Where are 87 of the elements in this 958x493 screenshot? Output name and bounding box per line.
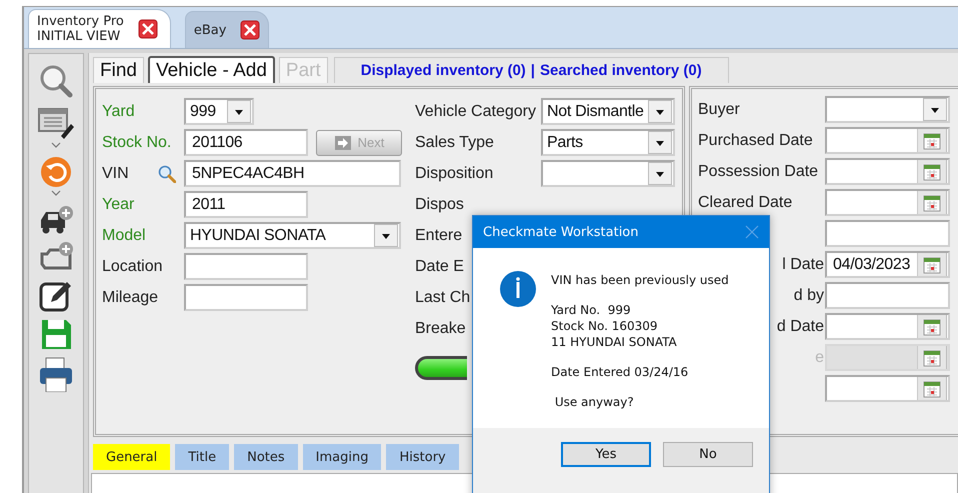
caret-icon xyxy=(655,108,665,116)
field-label: Breake xyxy=(415,320,466,336)
field-label: Yard xyxy=(102,102,135,120)
detail-tab[interactable]: General xyxy=(93,444,170,470)
field-label: VIN xyxy=(102,164,129,182)
calendar-icon xyxy=(923,348,941,366)
field-label: Year xyxy=(102,196,134,214)
save-icon[interactable] xyxy=(40,318,72,350)
input-field[interactable] xyxy=(825,220,950,247)
chevron-down-icon[interactable] xyxy=(51,190,61,196)
field-label: Entere xyxy=(415,226,462,244)
detail-tab[interactable]: Notes xyxy=(234,444,298,470)
field-label: d Date xyxy=(776,318,824,336)
field-label: Last Ch xyxy=(415,288,470,306)
caret-icon xyxy=(234,108,244,116)
add-car-icon[interactable] xyxy=(38,204,74,234)
dialog-button[interactable]: Yes xyxy=(561,442,651,467)
field-label: Dispos xyxy=(415,196,464,212)
dialog-title: Checkmate Workstation xyxy=(483,224,639,240)
field-label: l Date xyxy=(782,256,824,274)
pill-button[interactable] xyxy=(415,356,467,380)
dropdown-field[interactable]: Not Dismantle xyxy=(541,98,675,125)
caret-icon xyxy=(655,138,665,146)
refresh-icon[interactable] xyxy=(40,156,72,188)
input-field[interactable] xyxy=(825,282,950,309)
input-field[interactable] xyxy=(184,284,308,311)
chevron-down-icon[interactable] xyxy=(51,142,61,148)
input-field[interactable]: 2011 xyxy=(184,191,308,218)
date-field[interactable] xyxy=(825,189,950,216)
dropdown-field[interactable] xyxy=(825,96,950,123)
app-tab[interactable]: Inventory Pro INITIAL VIEW xyxy=(28,9,171,48)
date-field[interactable] xyxy=(825,158,950,185)
info-icon xyxy=(499,270,537,308)
field-label: Possession Date xyxy=(698,162,818,180)
field-label: Cleared Date xyxy=(698,194,792,212)
field-label: Purchased Date xyxy=(698,132,813,150)
input-field[interactable]: 5NPEC4AC4BH xyxy=(184,160,401,187)
field-label: Buyer xyxy=(698,100,740,118)
field-label: Location xyxy=(102,258,162,276)
input-field[interactable]: 201106 xyxy=(184,129,308,156)
field-label: d by xyxy=(794,286,824,304)
dialog-button[interactable]: No xyxy=(663,442,753,467)
message-text: VIN has been previously used xyxy=(551,272,729,288)
detail-tab[interactable]: History xyxy=(386,444,459,470)
caret-icon xyxy=(930,106,940,114)
caret-icon xyxy=(655,170,665,178)
printer-icon[interactable] xyxy=(38,356,74,392)
detail-tab[interactable]: Imaging xyxy=(302,444,382,470)
date-field[interactable] xyxy=(825,375,950,402)
calendar-icon xyxy=(923,318,941,336)
app-tab[interactable]: eBay xyxy=(184,11,270,48)
search-icon[interactable] xyxy=(158,164,176,182)
caret-icon xyxy=(381,232,391,240)
field-label: Model xyxy=(102,226,146,244)
message-text: Date Entered 03/24/16 xyxy=(551,364,690,380)
message-text: Yard No. 999 Stock No. 160309 11 HYUNDAI SONATA xyxy=(551,302,678,350)
date-field[interactable] xyxy=(825,127,950,154)
message-text: Use anyway? xyxy=(554,394,635,410)
detail-tab[interactable]: Title xyxy=(175,444,230,470)
field-label: Disposition xyxy=(415,164,494,182)
date-field[interactable]: 04/03/2023 xyxy=(825,251,950,278)
input-field[interactable] xyxy=(184,253,308,280)
dropdown-field[interactable]: Parts xyxy=(541,129,675,156)
field-label: Date E xyxy=(415,258,464,274)
dropdown-field[interactable]: HYUNDAI SONATA xyxy=(184,222,401,249)
dropdown-field[interactable] xyxy=(541,160,675,187)
calendar-icon xyxy=(923,256,941,274)
search-icon[interactable] xyxy=(38,64,74,100)
close-icon[interactable] xyxy=(138,19,158,39)
separator: | xyxy=(530,62,535,79)
calendar-icon xyxy=(923,380,941,398)
calendar-icon xyxy=(923,194,941,212)
dropdown-field[interactable]: 999 xyxy=(184,98,254,125)
field-label: Vehicle Category xyxy=(415,102,536,120)
date-field[interactable] xyxy=(825,313,950,340)
field-label: Mileage xyxy=(102,288,158,306)
calendar-icon xyxy=(923,132,941,150)
field-label: Stock No. xyxy=(102,134,172,152)
inventory-link[interactable]: Displayed inventory (0) xyxy=(360,62,526,79)
inventory-link[interactable]: Searched inventory (0) xyxy=(540,62,702,79)
form-tab[interactable]: Find xyxy=(93,57,144,83)
form-tab[interactable]: Vehicle - Add xyxy=(148,56,275,83)
arrow-right-icon xyxy=(334,134,352,150)
calendar-icon xyxy=(923,162,941,180)
field-label: Sales Type xyxy=(415,134,494,150)
close-icon[interactable] xyxy=(240,20,260,40)
grid-edit-icon[interactable] xyxy=(37,106,75,140)
